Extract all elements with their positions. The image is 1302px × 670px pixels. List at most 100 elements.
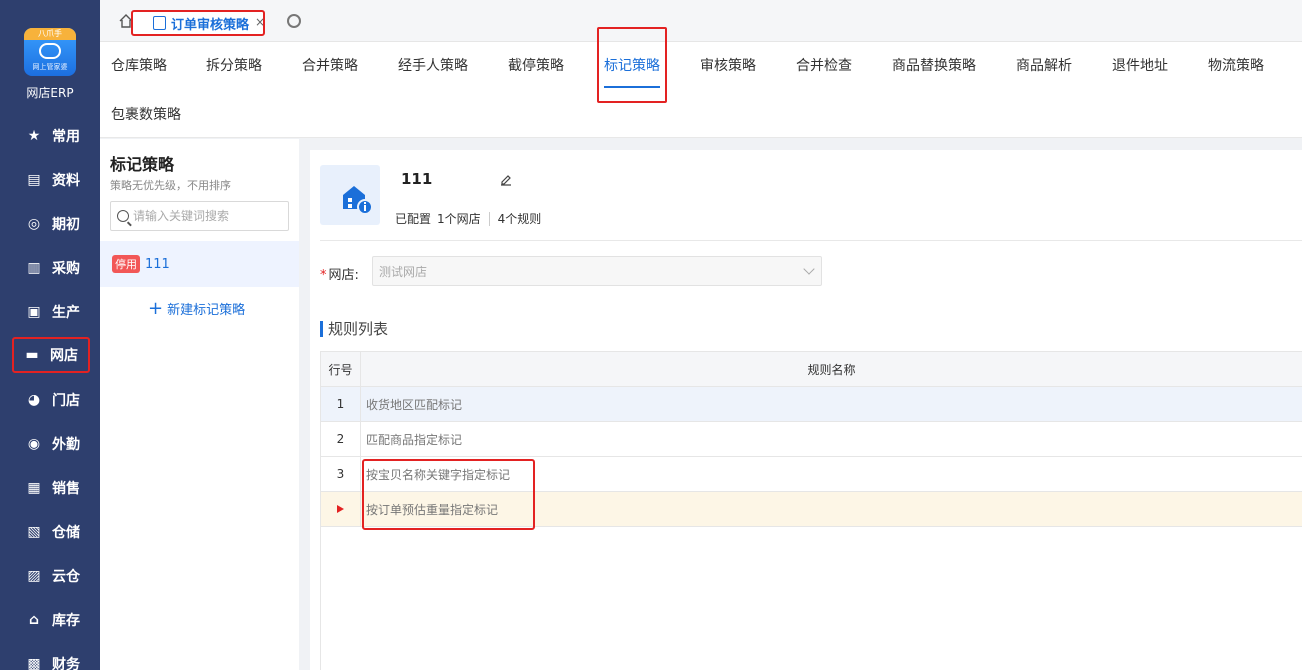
sidebar-item-label: 常用 (52, 129, 80, 145)
table-row[interactable]: 3 按宝贝名称关键字指定标记 (321, 457, 1302, 492)
row-index: 2 (321, 422, 361, 456)
heading-bar (320, 320, 323, 337)
cloud-icon (39, 43, 61, 59)
sidebar-item-production[interactable]: ▣ 生产 (0, 294, 100, 330)
table-row[interactable]: 1 收货地区匹配标记 (321, 387, 1302, 422)
mark-policy-highlight (597, 27, 667, 103)
gear-icon[interactable] (287, 14, 301, 28)
rule-count: 4个规则 (497, 212, 542, 226)
table-empty-area (320, 527, 1302, 670)
inventory-icon: ⌂ (28, 612, 40, 628)
rules-heading-text: 规则列表 (328, 320, 389, 338)
row-index (321, 492, 361, 526)
sidebar-item-field[interactable]: ◉ 外勤 (0, 426, 100, 462)
sidebar: 八爪手 网上管家婆 网店ERP ★ 常用 ▤ 资料 ◎ 期初 ▥ 采购 ▣ 生产… (0, 0, 100, 670)
panel-subtitle: 策略无优先级，不用排序 (110, 179, 231, 192)
table-header: 行号 规则名称 (321, 352, 1302, 387)
sidebar-item-label: 期初 (52, 217, 80, 233)
shop-select[interactable]: 测试网店 (372, 256, 822, 286)
row-name: 收货地区匹配标记 (366, 397, 463, 412)
profile-icon: ▤ (27, 172, 41, 188)
tab-package-count-policy[interactable]: 包裹数策略 (111, 104, 181, 124)
policy-name: 111 (145, 256, 170, 272)
sidebar-item-shop[interactable]: ▬ 网店 (12, 337, 90, 373)
policy-title: 111 (401, 170, 433, 188)
tab-merge-check[interactable]: 合并检查 (796, 55, 852, 75)
config-status: 已配置 (395, 212, 432, 226)
row-index: 1 (321, 387, 361, 421)
pie-icon: ◕ (27, 392, 41, 408)
app-logo: 八爪手 网上管家婆 (24, 28, 76, 76)
policy-detail: 111 已配置 1个网店 4个规则 * 网店: 测试网店 规则列表 行号 规则名称… (310, 150, 1302, 670)
sidebar-item-purchase[interactable]: ▥ 采购 (0, 250, 100, 286)
rules-table: 行号 规则名称 1 收货地区匹配标记 2 匹配商品指定标记 3 按宝贝名称关键字… (320, 351, 1302, 527)
policy-meta: 已配置 1个网店 4个规则 (395, 210, 541, 227)
document-icon (153, 16, 166, 30)
finance-icon: ▩ (27, 656, 41, 670)
tab-warehouse-policy[interactable]: 仓库策略 (111, 55, 167, 75)
shop-select-value: 测试网店 (379, 264, 428, 279)
policy-list-item[interactable]: 停用 111 (100, 241, 299, 287)
search-icon (117, 210, 129, 222)
tab-review-policy[interactable]: 审核策略 (700, 55, 756, 75)
col-header-name: 规则名称 (807, 362, 856, 377)
table-row[interactable]: 按订单预估重量指定标记 (321, 492, 1302, 527)
row-name: 按宝贝名称关键字指定标记 (366, 467, 511, 482)
app-name: 网店ERP (26, 86, 74, 100)
sidebar-item-label: 仓储 (52, 525, 80, 541)
status-badge: 停用 (112, 255, 140, 273)
search-box[interactable] (110, 201, 289, 231)
tab-order-review-policy[interactable]: 订单审核策略 × (131, 10, 265, 36)
sidebar-item-profile[interactable]: ▤ 资料 (0, 162, 100, 198)
target-icon: ◎ (27, 216, 41, 232)
sidebar-item-common[interactable]: ★ 常用 (0, 118, 100, 154)
top-tab-bar (100, 0, 1302, 42)
sidebar-item-finance[interactable]: ▩ 财务 (0, 646, 100, 670)
production-icon: ▣ (27, 304, 41, 320)
tab-merge-policy[interactable]: 合并策略 (302, 55, 358, 75)
plus-icon: + (148, 297, 164, 319)
sidebar-item-sales[interactable]: ▦ 销售 (0, 470, 100, 506)
edit-icon[interactable] (499, 172, 513, 186)
divider (320, 240, 1302, 241)
sidebar-item-label: 采购 (52, 261, 80, 277)
close-icon[interactable]: × (255, 15, 265, 29)
sidebar-item-label: 外勤 (52, 437, 80, 453)
sidebar-item-initial[interactable]: ◎ 期初 (0, 206, 100, 242)
current-row-icon (337, 505, 344, 513)
required-mark: * (320, 268, 327, 283)
sidebar-item-label: 销售 (52, 481, 80, 497)
shop-icon: ▬ (25, 347, 39, 363)
star-icon: ★ (27, 128, 41, 144)
shop-field-label: * 网店: (320, 264, 359, 283)
sidebar-item-inventory[interactable]: ⌂ 库存 (0, 602, 100, 638)
new-policy-label: 新建标记策略 (167, 303, 246, 318)
search-input[interactable] (133, 209, 283, 223)
logo-tag: 八爪手 (24, 28, 76, 40)
table-row[interactable]: 2 匹配商品指定标记 (321, 422, 1302, 457)
tab-split-policy[interactable]: 拆分策略 (206, 55, 262, 75)
panel-title: 标记策略 (110, 155, 175, 174)
tab-label: 订单审核策略 (171, 17, 250, 33)
divider (488, 211, 490, 226)
sidebar-item-label: 财务 (52, 657, 80, 670)
tab-logistics-policy[interactable]: 物流策略 (1208, 55, 1264, 75)
tab-product-replace-policy[interactable]: 商品替换策略 (892, 55, 976, 75)
sidebar-item-store[interactable]: ◕ 门店 (0, 382, 100, 418)
logo-sub: 网上管家婆 (32, 63, 68, 71)
purchase-icon: ▥ (27, 260, 41, 276)
sidebar-item-label: 门店 (52, 393, 80, 409)
tab-return-address[interactable]: 退件地址 (1112, 55, 1168, 75)
warehouse-icon: ▧ (27, 524, 41, 540)
row-name: 按订单预估重量指定标记 (366, 502, 499, 517)
chevron-down-icon (803, 263, 815, 275)
sidebar-item-cloud-warehouse[interactable]: ▨ 云仓 (0, 558, 100, 594)
policy-list-panel: 标记策略 策略无优先级，不用排序 停用 111 + 新建标记策略 (100, 139, 299, 670)
tab-product-parse[interactable]: 商品解析 (1016, 55, 1072, 75)
tab-handler-policy[interactable]: 经手人策略 (398, 55, 468, 75)
shop-info-icon (320, 165, 380, 225)
new-mark-policy-button[interactable]: + 新建标记策略 (148, 299, 245, 318)
tab-intercept-policy[interactable]: 截停策略 (508, 55, 564, 75)
sidebar-item-warehouse[interactable]: ▧ 仓储 (0, 514, 100, 550)
rules-heading: 规则列表 (320, 318, 388, 339)
